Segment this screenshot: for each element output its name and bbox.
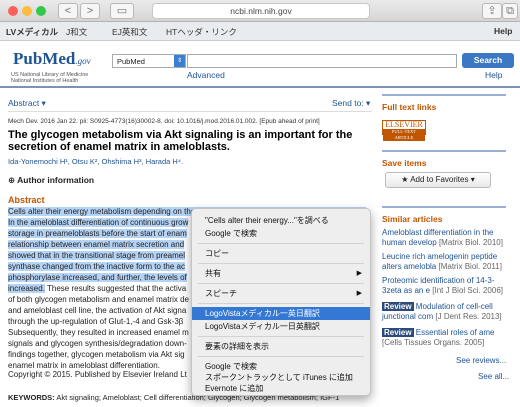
- abstract-line: phosphorylase increased, and further, th…: [8, 273, 187, 282]
- abstract-heading: Abstract: [8, 195, 45, 205]
- review-badge: Review: [382, 302, 414, 311]
- help-link[interactable]: Help: [485, 70, 502, 80]
- close-window-button[interactable]: [8, 6, 18, 16]
- search-input[interactable]: [187, 54, 457, 68]
- abstract-line: showed that in the transitional stage fr…: [8, 251, 185, 260]
- abstract-line: synthase changed from the inactive form …: [8, 262, 185, 271]
- nlm-label: US National Library of Medicine National …: [11, 72, 89, 84]
- save-items-heading: Save items: [382, 158, 427, 168]
- tabs-icon[interactable]: ⧉: [502, 3, 518, 19]
- copyright: Copyright © 2015. Published by Elsevier …: [8, 370, 187, 379]
- elsevier-link[interactable]: ELSEVIER FULL-TEXT ARTICLE: [382, 120, 426, 141]
- divider: [8, 111, 372, 112]
- menu-item-logovista-je[interactable]: LogoVistaメディカル一日英翻訳: [192, 320, 370, 333]
- pubmed-logo[interactable]: PubMed.gov: [13, 49, 91, 69]
- menu-item-logovista-ej[interactable]: LogoVistaメディカル一英日翻訳: [192, 307, 370, 320]
- extension-toolbar: LVメディカル J和文 EJ英和文 HTヘッダ・リンク Help: [0, 22, 520, 41]
- author-info-toggle[interactable]: ⊕ Author information: [8, 175, 94, 186]
- menu-separator: [198, 303, 364, 304]
- abstract-line: In the ameloblast differentiation of con…: [8, 218, 189, 227]
- fulltext-heading: Full text links: [382, 102, 437, 112]
- menu-item-google-search[interactable]: Google で検索: [192, 227, 370, 240]
- advanced-link[interactable]: Advanced: [187, 70, 225, 80]
- menu-separator: [198, 336, 364, 337]
- menu-item-copy[interactable]: コピー: [192, 247, 370, 260]
- menu-item-evernote[interactable]: Evernote に追加: [192, 382, 370, 395]
- similar-article[interactable]: Review Essential roles of ame [Cells Tis…: [382, 328, 512, 348]
- similar-article[interactable]: Proteomic identification of 14-3-3zeta a…: [382, 276, 512, 296]
- toolbar-item-j[interactable]: J和文: [66, 26, 87, 38]
- submenu-arrow-icon: ▶: [356, 290, 362, 297]
- back-button[interactable]: <: [58, 3, 78, 19]
- context-menu: "Cells alter their energy..."を調べる Google…: [191, 208, 371, 396]
- header-divider: [0, 86, 520, 88]
- pubmed-header: PubMed.gov US National Library of Medici…: [0, 41, 520, 87]
- browser-titlebar: < > ▭ ncbi.nlm.nih.gov ⇪ ⧉: [0, 0, 520, 22]
- sidebar-toggle-icon[interactable]: ▭: [110, 3, 134, 19]
- see-all-link[interactable]: See all...: [478, 372, 509, 381]
- menu-item-lookup[interactable]: "Cells alter their energy..."を調べる: [192, 214, 370, 227]
- section-bar: [382, 94, 506, 96]
- add-to-favorites-button[interactable]: ★ Add to Favorites ▾: [385, 172, 491, 188]
- similar-article[interactable]: Review Modulation of cell-cell junctiona…: [382, 302, 512, 322]
- menu-separator: [198, 263, 364, 264]
- review-badge: Review: [382, 328, 414, 337]
- see-reviews-link[interactable]: See reviews...: [456, 356, 506, 365]
- similar-articles-heading: Similar articles: [382, 214, 443, 224]
- abstract-highlight: increased.: [8, 284, 45, 293]
- abstract-line: storage in preameloblasts before the sta…: [8, 229, 187, 238]
- citation: Mech Dev. 2016 Jan 22. pii: S0925-4773(1…: [8, 118, 320, 125]
- toolbar-item-lv[interactable]: LVメディカル: [6, 26, 58, 38]
- search-button[interactable]: Search: [462, 53, 514, 68]
- forward-button[interactable]: >: [80, 3, 100, 19]
- section-bar: [382, 206, 506, 208]
- toolbar-item-ht[interactable]: HTヘッダ・リンク: [166, 26, 237, 38]
- address-bar[interactable]: ncbi.nlm.nih.gov: [152, 3, 370, 19]
- abstract-line: relationship between enamel matrix secre…: [8, 240, 185, 249]
- database-select[interactable]: PubMed ⇕: [112, 54, 186, 68]
- menu-separator: [198, 356, 364, 357]
- menu-separator: [198, 243, 364, 244]
- minimize-window-button[interactable]: [22, 6, 32, 16]
- article-title: The glycogen metabolism via Akt signalin…: [8, 129, 353, 153]
- author-list[interactable]: Ida-Yonemochi H¹, Otsu K², Ohshima H³, H…: [8, 157, 183, 166]
- menu-item-speech[interactable]: スピーチ ▶: [192, 287, 370, 300]
- format-dropdown[interactable]: Abstract ▾: [8, 98, 46, 109]
- similar-article[interactable]: Leucine rich amelogenin peptide alters a…: [382, 252, 512, 272]
- zoom-window-button[interactable]: [36, 6, 46, 16]
- abstract-line: These results suggested that the activa: [44, 284, 187, 293]
- share-icon[interactable]: ⇪: [482, 3, 502, 19]
- send-to-dropdown[interactable]: Send to: ▾: [332, 98, 370, 109]
- menu-item-share[interactable]: 共有 ▶: [192, 267, 370, 280]
- submenu-arrow-icon: ▶: [356, 270, 362, 277]
- toolbar-help[interactable]: Help: [494, 26, 512, 36]
- chevron-down-icon: ⇕: [174, 55, 185, 67]
- menu-item-inspect[interactable]: 要素の詳細を表示: [192, 340, 370, 353]
- section-bar: [382, 150, 506, 152]
- star-icon: ★: [401, 175, 411, 184]
- similar-article[interactable]: Ameloblast differentiation in the human …: [382, 228, 512, 248]
- toolbar-item-ej[interactable]: EJ英和文: [112, 26, 147, 38]
- menu-separator: [198, 283, 364, 284]
